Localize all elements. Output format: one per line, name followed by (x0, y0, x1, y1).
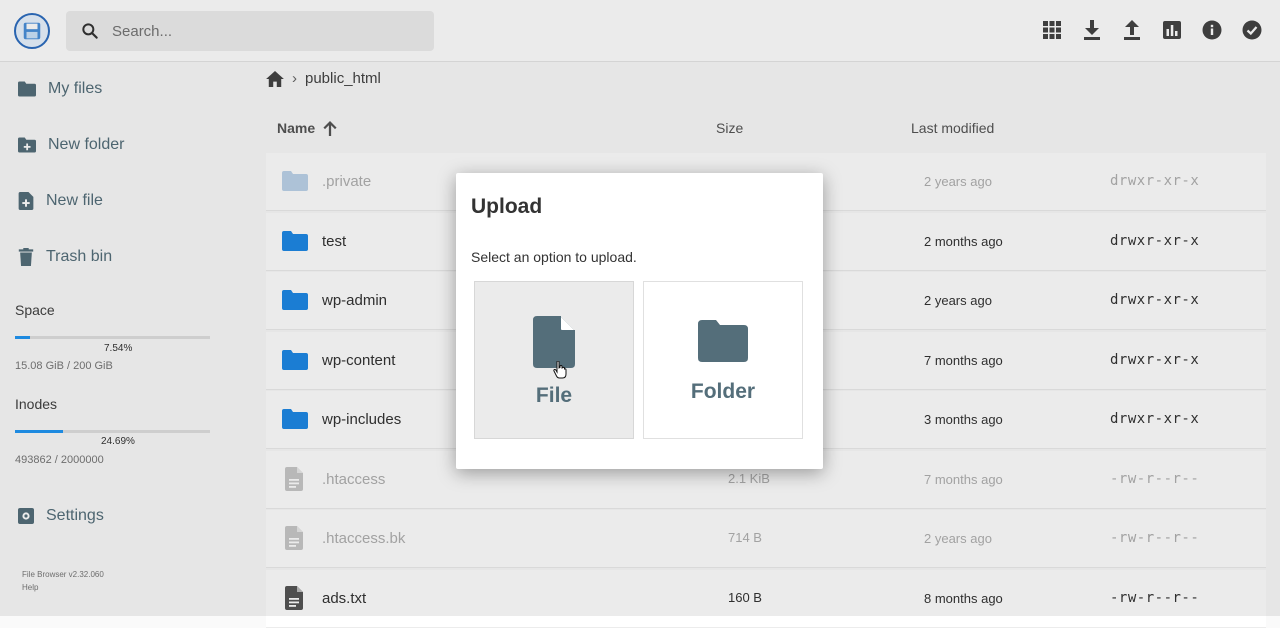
upload-dialog: Upload Select an option to upload. File … (456, 173, 823, 469)
dialog-text: Select an option to upload. (471, 249, 637, 265)
folder-option-label: Folder (690, 380, 756, 403)
upload-file-button[interactable]: File (474, 281, 634, 439)
hand-cursor-icon (553, 361, 567, 379)
dialog-title: Upload (471, 195, 543, 218)
file-option-label: File (535, 384, 573, 407)
upload-folder-button[interactable]: Folder (643, 281, 803, 439)
folder-icon (698, 320, 748, 362)
